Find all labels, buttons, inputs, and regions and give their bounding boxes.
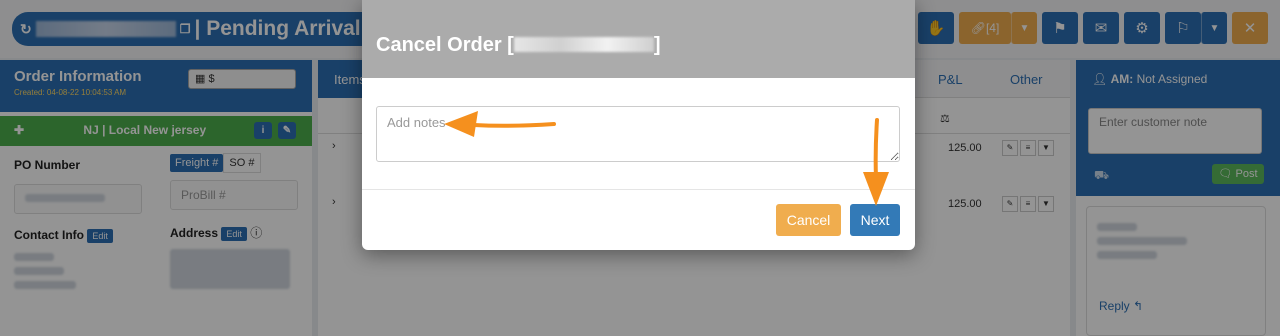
modal-title-end: ] [653, 34, 661, 56]
modal-footer: Cancel Next [362, 190, 915, 250]
cancel-button[interactable]: Cancel [776, 204, 841, 236]
modal-title-text: Cancel Order [ [376, 34, 514, 56]
order-number-masked [513, 37, 654, 52]
annotation-arrow-next [863, 118, 889, 206]
modal-title: Cancel Order [] [376, 34, 901, 57]
annotation-arrow-notes [444, 111, 556, 137]
next-button[interactable]: Next [850, 204, 900, 236]
modal-header: Cancel Order [] [362, 0, 915, 78]
